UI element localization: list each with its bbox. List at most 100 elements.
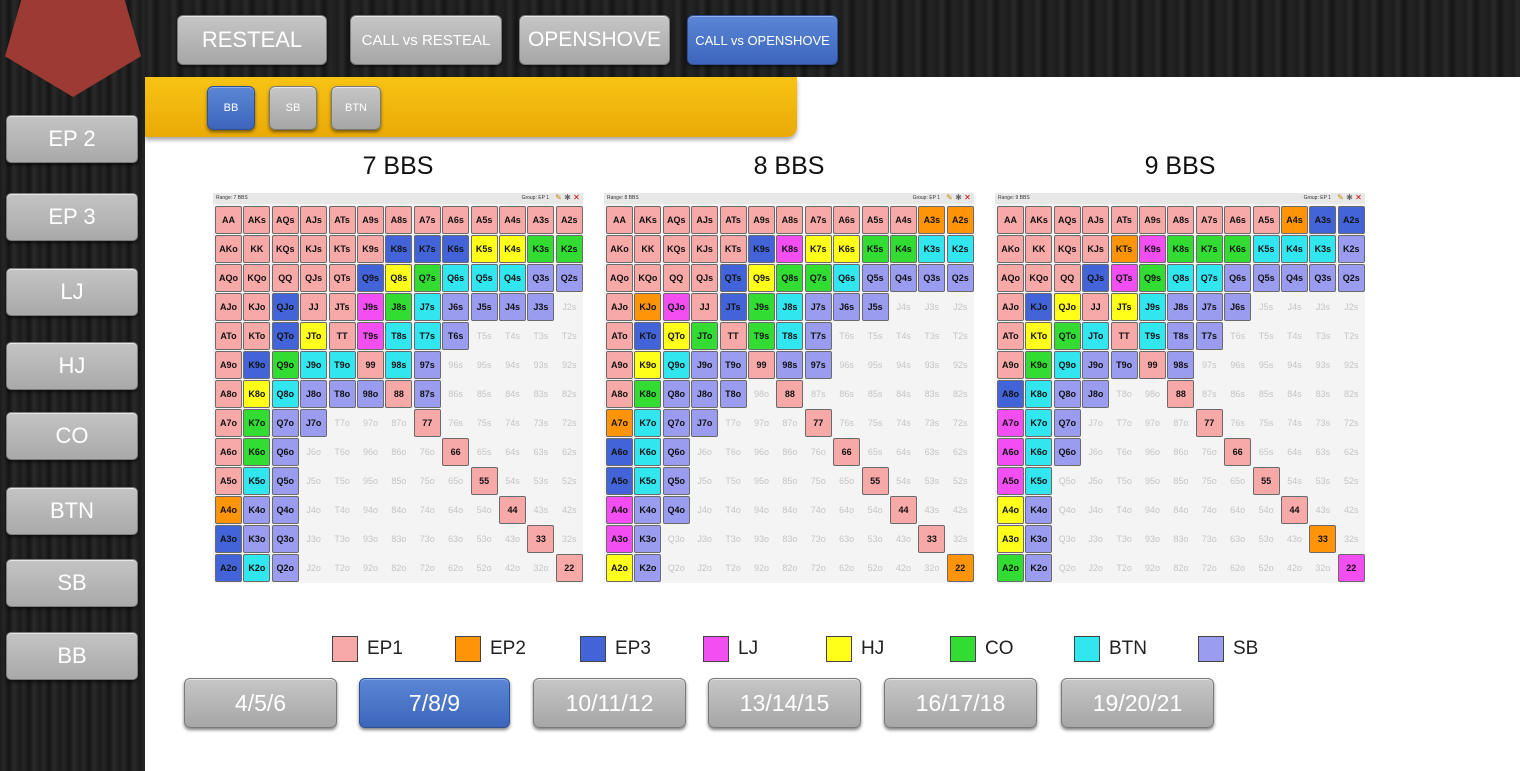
hand-cell[interactable]: A5o xyxy=(215,467,242,495)
hand-cell[interactable]: QJo xyxy=(1053,293,1081,321)
hand-cell[interactable]: T7s xyxy=(804,322,832,350)
hand-cell[interactable]: Q9o xyxy=(662,351,690,379)
hand-cell[interactable]: J5s xyxy=(861,293,889,321)
hand-cell[interactable]: 72o xyxy=(1196,554,1223,582)
hand-cell[interactable]: 32o xyxy=(1309,554,1336,582)
hand-cell[interactable]: J2o xyxy=(691,554,718,582)
hand-cell[interactable]: 95s xyxy=(1253,351,1280,379)
hand-cell[interactable]: K2o xyxy=(1025,554,1053,582)
hand-cell[interactable]: K3s xyxy=(918,235,946,263)
hand-cell[interactable]: J4o xyxy=(1082,496,1109,524)
hand-cell[interactable]: T9s xyxy=(748,322,775,350)
hand-cell[interactable]: T2s xyxy=(556,322,583,350)
hand-cell[interactable]: A9o xyxy=(215,351,242,379)
hand-cell[interactable]: Q2s xyxy=(1337,264,1365,292)
hand-cell[interactable]: K9s xyxy=(357,235,384,263)
hand-cell[interactable]: KQs xyxy=(662,235,690,263)
hand-cell[interactable]: 96s xyxy=(833,351,860,379)
hand-cell[interactable]: ATo xyxy=(997,322,1024,350)
hand-cell[interactable]: J2s xyxy=(947,293,974,321)
close-icon[interactable]: ✕ xyxy=(573,194,580,202)
hand-cell[interactable]: 93s xyxy=(918,351,945,379)
hand-cell[interactable]: 43s xyxy=(1309,496,1336,524)
edit-icon[interactable]: ✎ xyxy=(555,194,562,202)
hand-cell[interactable]: 97o xyxy=(748,409,775,437)
stack-tab-16-17-18[interactable]: 16/17/18 xyxy=(884,678,1037,728)
hand-cell[interactable]: 43o xyxy=(890,525,917,553)
hand-cell[interactable]: T2s xyxy=(947,322,974,350)
hand-cell[interactable]: 82s xyxy=(947,380,974,408)
hand-cell[interactable]: Q2s xyxy=(555,264,583,292)
hand-cell[interactable]: JTo xyxy=(691,322,719,350)
hand-cell[interactable]: 62s xyxy=(556,438,583,466)
tab-call-vs-resteal[interactable]: CALL vs RESTEAL xyxy=(350,15,502,65)
hand-cell[interactable]: T4o xyxy=(1111,496,1138,524)
hand-cell[interactable]: 95o xyxy=(1139,467,1166,495)
hand-cell[interactable]: J7o xyxy=(691,409,719,437)
hand-cell[interactable]: 97s xyxy=(804,351,832,379)
hand-cell[interactable]: A4s xyxy=(890,206,917,234)
hand-cell[interactable]: 64o xyxy=(1224,496,1251,524)
hand-cell[interactable]: T5o xyxy=(1111,467,1138,495)
hand-cell[interactable]: 96o xyxy=(1139,438,1166,466)
hand-cell[interactable]: 98o xyxy=(357,380,384,408)
hand-cell[interactable]: 87o xyxy=(776,409,803,437)
hand-cell[interactable]: AKo xyxy=(215,235,242,263)
hand-cell[interactable]: A2s xyxy=(1337,206,1365,234)
hand-cell[interactable]: 82s xyxy=(556,380,583,408)
hand-cell[interactable]: J4o xyxy=(691,496,718,524)
position-tab-btn[interactable]: BTN xyxy=(331,86,381,130)
hand-cell[interactable]: ATs xyxy=(719,206,747,234)
tool-icon[interactable]: ✱ xyxy=(955,194,962,202)
stack-tab-10-11-12[interactable]: 10/11/12 xyxy=(533,678,686,728)
hand-cell[interactable]: 54o xyxy=(1253,496,1280,524)
hand-cell[interactable]: 65o xyxy=(1224,467,1251,495)
hand-cell[interactable]: 42o xyxy=(890,554,917,582)
hand-cell[interactable]: 98s xyxy=(776,351,804,379)
hand-cell[interactable]: K3o xyxy=(243,525,271,553)
hand-cell[interactable]: K4s xyxy=(499,235,526,263)
hand-cell[interactable]: 73o xyxy=(805,525,832,553)
hand-cell[interactable]: T8o xyxy=(328,380,356,408)
hand-cell[interactable]: 93o xyxy=(748,525,775,553)
hand-cell[interactable]: 98o xyxy=(1139,380,1166,408)
hand-cell[interactable]: JTs xyxy=(328,293,356,321)
hand-cell[interactable]: K8s xyxy=(776,235,804,263)
hand-cell[interactable]: Q8s xyxy=(776,264,804,292)
hand-cell[interactable]: 95o xyxy=(748,467,775,495)
hand-cell[interactable]: 92o xyxy=(1139,554,1166,582)
hand-cell[interactable]: T7o xyxy=(1111,409,1138,437)
hand-cell[interactable]: QTs xyxy=(1110,264,1138,292)
hand-cell[interactable]: J4s xyxy=(499,293,526,321)
hand-cell[interactable]: A4s xyxy=(499,206,526,234)
hand-cell[interactable]: T8s xyxy=(1167,322,1195,350)
hand-cell[interactable]: A2s xyxy=(555,206,583,234)
hand-cell[interactable]: A2o xyxy=(215,554,242,582)
hand-cell[interactable]: T3s xyxy=(918,322,945,350)
hand-cell[interactable]: 64s xyxy=(499,438,526,466)
hand-cell[interactable]: 43o xyxy=(1281,525,1308,553)
hand-cell[interactable]: 87o xyxy=(1167,409,1194,437)
tool-icon[interactable]: ✱ xyxy=(564,194,571,202)
hand-cell[interactable]: J6o xyxy=(1082,438,1109,466)
hand-cell[interactable]: 44 xyxy=(499,496,526,524)
hand-cell[interactable]: 42s xyxy=(947,496,974,524)
hand-cell[interactable]: T7o xyxy=(720,409,747,437)
hand-cell[interactable]: 97s xyxy=(413,351,441,379)
hand-cell[interactable]: Q3s xyxy=(527,264,555,292)
hand-cell[interactable]: Q5s xyxy=(861,264,889,292)
hand-cell[interactable]: K7s xyxy=(804,235,832,263)
stack-tab-13-14-15[interactable]: 13/14/15 xyxy=(708,678,861,728)
hand-cell[interactable]: A3s xyxy=(918,206,946,234)
hand-cell[interactable]: 54s xyxy=(1281,467,1308,495)
hand-cell[interactable]: QQ xyxy=(271,264,299,292)
hand-cell[interactable]: K4o xyxy=(243,496,271,524)
hand-cell[interactable]: KJs xyxy=(300,235,328,263)
sidebar-item-lj[interactable]: LJ xyxy=(6,268,138,316)
hand-cell[interactable]: ATo xyxy=(606,322,633,350)
hand-cell[interactable]: A4o xyxy=(606,496,633,524)
hand-cell[interactable]: 74o xyxy=(414,496,441,524)
hand-cell[interactable]: KJo xyxy=(1025,293,1053,321)
hand-cell[interactable]: A5o xyxy=(997,467,1024,495)
hand-cell[interactable]: 62s xyxy=(1338,438,1365,466)
